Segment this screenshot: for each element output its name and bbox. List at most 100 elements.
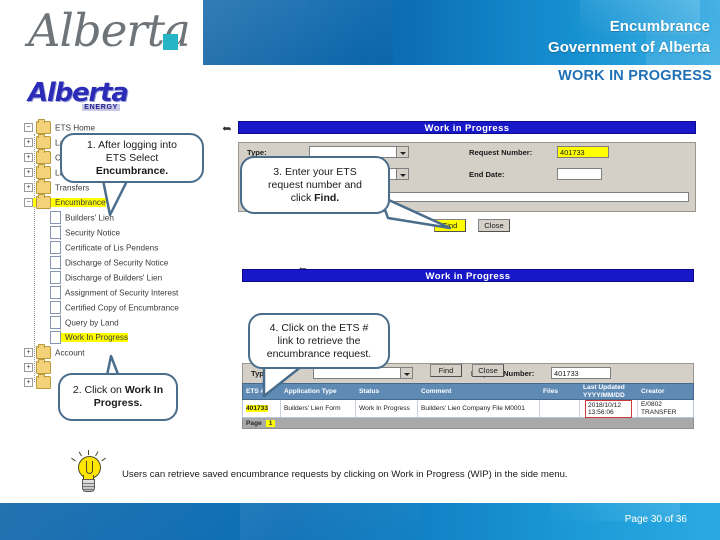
callout-4: 4. Click on the ETS # link to retrieve t… bbox=[248, 313, 390, 369]
column-header-comment: Comment bbox=[421, 387, 452, 395]
sidebar-item-label: Discharge of Builders' Lien bbox=[65, 273, 163, 283]
chevron-down-icon[interactable] bbox=[400, 368, 412, 378]
expander-icon[interactable]: + bbox=[24, 363, 33, 373]
callout-2-line-3: Progress. bbox=[93, 397, 143, 409]
page-icon bbox=[50, 241, 61, 255]
slide-canvas: Encumbrance Government of Alberta WORK I… bbox=[0, 0, 720, 540]
callout-4-line-1: 4. Click on the ETS # bbox=[269, 321, 369, 334]
request-number-input[interactable]: 401733 bbox=[557, 146, 609, 158]
folder-icon bbox=[36, 374, 51, 390]
tip-text: Users can retrieve saved encumbrance req… bbox=[122, 469, 568, 480]
request-number-label: Request Number: bbox=[469, 148, 533, 157]
ets-number-link[interactable]: 401733 bbox=[246, 404, 269, 413]
folder-icon bbox=[36, 359, 51, 375]
sidebar-item-security-notice[interactable]: Security Notice bbox=[24, 225, 224, 240]
callout-1-line-2: ETS Select bbox=[105, 151, 159, 164]
end-date-input[interactable] bbox=[557, 168, 602, 180]
sidebar-item-label: Certificate of Lis Pendens bbox=[65, 243, 159, 253]
page-icon bbox=[50, 331, 61, 345]
last-updated-value: 2018/10/12 13:56:06 bbox=[585, 399, 632, 418]
sidebar-item-label: Query by Land bbox=[65, 318, 119, 328]
page-icon bbox=[50, 226, 61, 240]
expander-icon[interactable]: − bbox=[24, 198, 33, 208]
close-button-top[interactable]: Close bbox=[478, 219, 510, 232]
cell-ets-number[interactable]: 401733 bbox=[243, 400, 281, 417]
column-header-creator: Creator bbox=[641, 387, 665, 395]
chevron-down-icon[interactable] bbox=[396, 169, 408, 179]
callout-2: 2. Click on Work In Progress. bbox=[58, 373, 178, 421]
sidebar-item-discharge-of-builders-lien[interactable]: Discharge of Builders' Lien bbox=[24, 270, 224, 285]
page-icon bbox=[50, 256, 61, 270]
cell-creator: E/0802 TRANSFER bbox=[641, 401, 677, 416]
bulb-base bbox=[82, 479, 95, 492]
banner-facet-left bbox=[203, 0, 393, 65]
callout-3-line-2: request number and bbox=[268, 178, 362, 191]
page-icon bbox=[50, 271, 61, 285]
column-header-last-updated: Last Updated YYYY/MM/DD bbox=[583, 384, 625, 399]
sidebar-item-label: Assignment of Security Interest bbox=[65, 288, 179, 298]
alberta-wordmark-square bbox=[163, 34, 178, 50]
expander-icon[interactable]: − bbox=[24, 123, 33, 133]
expander-icon[interactable]: + bbox=[24, 183, 33, 193]
callout-3-line-1: 3. Enter your ETS bbox=[273, 165, 357, 178]
expander-icon[interactable]: + bbox=[24, 153, 33, 163]
cell-files bbox=[540, 400, 580, 417]
sidebar-item-label: Security Notice bbox=[65, 228, 121, 238]
cell-status: Work In Progress bbox=[356, 400, 418, 417]
expander-icon[interactable]: + bbox=[24, 138, 33, 148]
callout-4-line-2: link to retrieve the bbox=[277, 334, 361, 347]
column-header-files: Files bbox=[543, 387, 559, 395]
folder-icon bbox=[36, 179, 51, 195]
sidebar-item-label: Certified Copy of Encumbrance bbox=[65, 303, 179, 313]
window-title: Work in Progress bbox=[238, 121, 696, 134]
callout-3-tail bbox=[378, 194, 470, 236]
wip-window-top-titlebar: Work in Progress bbox=[238, 121, 696, 135]
expander-icon[interactable]: + bbox=[24, 168, 33, 178]
sidebar-item-label: ETS Home bbox=[55, 123, 96, 133]
page-title: Encumbrance bbox=[609, 18, 710, 35]
page-icon bbox=[50, 316, 61, 330]
grid-footer: Page 1 bbox=[242, 418, 694, 429]
sidebar-item-work-in-progress[interactable]: Work In Progress bbox=[24, 330, 224, 345]
footer-banner bbox=[0, 503, 720, 540]
sidebar-item-certificate-of-lis-pendens[interactable]: Certificate of Lis Pendens bbox=[24, 240, 224, 255]
request-number-input-2[interactable]: 401733 bbox=[551, 367, 611, 379]
page-label: Page bbox=[246, 420, 262, 427]
page-icon bbox=[50, 286, 61, 300]
close-button-bottom[interactable]: Close bbox=[472, 364, 504, 377]
find-button-bottom[interactable]: Find bbox=[430, 364, 462, 377]
page-number: Page 30 of 36 bbox=[624, 514, 687, 525]
callout-3-line-3: click bbox=[290, 191, 315, 204]
cell-last-updated: 2018/10/12 13:56:06 bbox=[580, 399, 638, 418]
sidebar-item-discharge-of-security-notice[interactable]: Discharge of Security Notice bbox=[24, 255, 224, 270]
table-row[interactable]: 401733 Builders' Lien Form Work In Progr… bbox=[242, 399, 694, 418]
folder-icon bbox=[36, 119, 51, 135]
folder-icon bbox=[36, 194, 51, 210]
callout-4-line-3: encumbrance request. bbox=[266, 347, 372, 360]
folder-icon bbox=[36, 344, 51, 360]
page-value[interactable]: 1 bbox=[265, 420, 276, 427]
expander-icon[interactable]: + bbox=[24, 348, 33, 358]
callout-1-line-3: Encumbrance. bbox=[95, 164, 169, 177]
end-date-label: End Date: bbox=[469, 170, 505, 179]
callout-1: 1. After logging into ETS Select Encumbr… bbox=[60, 133, 204, 183]
cell-comment: Builders' Lien Company File M0001 bbox=[418, 400, 540, 417]
callout-2-line-1: 2. Click on bbox=[72, 384, 125, 396]
sidebar-item-query-by-land[interactable]: Query by Land bbox=[24, 315, 224, 330]
mouse-cursor-icon: ➦ bbox=[222, 123, 232, 135]
alberta-energy-logo: Alberta ENERGY bbox=[28, 78, 129, 114]
alberta-energy-logo-subtext: ENERGY bbox=[82, 104, 120, 111]
expander-icon[interactable]: + bbox=[24, 378, 33, 388]
sidebar-item-label: Discharge of Security Notice bbox=[65, 258, 169, 268]
chevron-down-icon[interactable] bbox=[396, 147, 408, 157]
sidebar-item-assignment-of-security-interest[interactable]: Assignment of Security Interest bbox=[24, 285, 224, 300]
cell-application-type: Builders' Lien Form bbox=[281, 400, 356, 417]
sidebar-item-label: Work In Progress bbox=[65, 333, 129, 343]
wip-window-bottom-titlebar: Work in Progress bbox=[242, 269, 694, 283]
callout-3-line-4: Find. bbox=[314, 191, 340, 204]
sidebar-item-label: Account bbox=[55, 348, 85, 358]
folder-icon bbox=[36, 134, 51, 150]
sidebar-item-certified-copy-of-encumbrance[interactable]: Certified Copy of Encumbrance bbox=[24, 300, 224, 315]
folder-icon bbox=[36, 149, 51, 165]
status-badge: WORK IN PROGRESS bbox=[558, 68, 712, 84]
